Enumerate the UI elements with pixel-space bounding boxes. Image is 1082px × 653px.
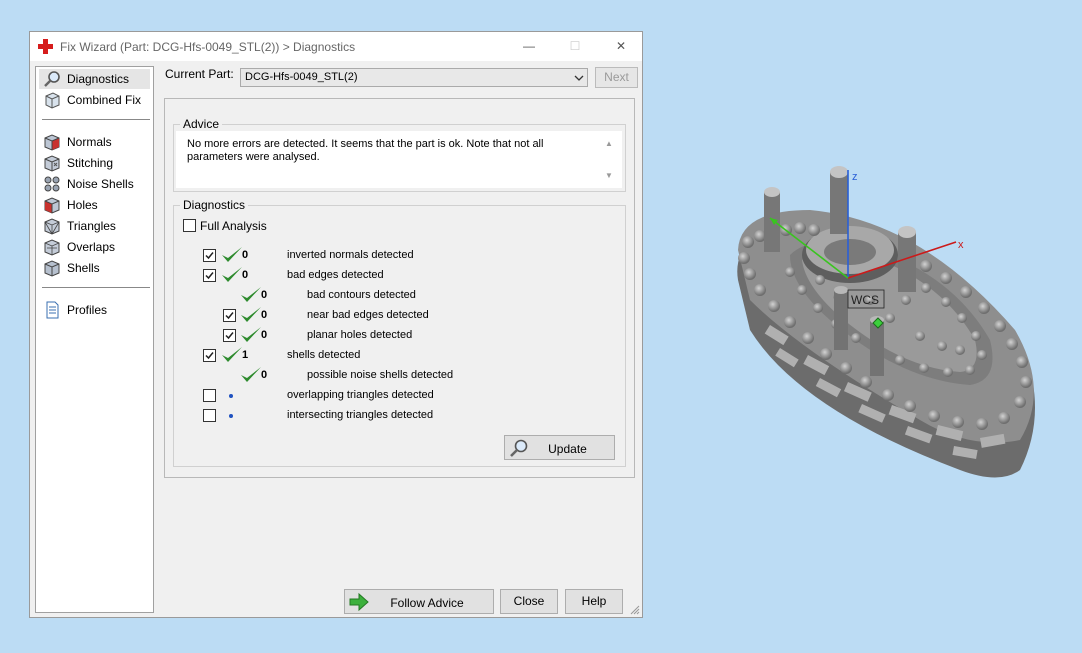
sidebar-item-label: Holes (67, 198, 98, 212)
close-button[interactable]: Close (500, 589, 558, 614)
inverted-normals-label: inverted normals detected (287, 249, 414, 261)
sidebar-item-profiles[interactable]: Profiles (39, 300, 150, 320)
update-button[interactable]: Update (504, 435, 615, 460)
window-title: Fix Wizard (Part: DCG-Hfs-0049_STL(2)) >… (60, 40, 356, 54)
advice-textbox[interactable]: No more errors are detected. It seems th… (176, 131, 622, 188)
green-check-icon (222, 347, 242, 362)
advice-title: Advice (180, 117, 223, 131)
bad-edges-checkbox[interactable] (203, 269, 216, 282)
green-check-icon (241, 287, 261, 302)
normals-cube-icon (44, 134, 60, 151)
pending-status-dot-icon (229, 394, 233, 398)
intersecting-triangles-label: intersecting triangles detected (287, 409, 434, 421)
fix-wizard-window: Fix Wizard (Part: DCG-Hfs-0049_STL(2)) >… (29, 31, 643, 618)
full-analysis-label: Full Analysis (200, 219, 267, 233)
inverted-normals-checkbox[interactable] (203, 249, 216, 262)
sidebar-item-label: Profiles (67, 303, 108, 317)
bad-contours-label: bad contours detected (307, 289, 416, 301)
bad-edges-count: 0 (242, 269, 249, 281)
advice-text: No more errors are detected. It seems th… (187, 138, 544, 163)
sidebar-item-triangles[interactable]: Triangles (39, 216, 150, 236)
sidebar-item-label: Triangles (67, 219, 116, 233)
close-window-button[interactable]: ✕ (598, 32, 644, 61)
planar-holes-checkbox[interactable] (223, 329, 236, 342)
update-button-label: Update (548, 442, 587, 456)
help-button[interactable]: Help (565, 589, 623, 614)
sidebar-item-holes[interactable]: Holes (39, 195, 150, 215)
green-check-icon (222, 247, 242, 262)
sidebar-item-label: Stitching (67, 156, 114, 170)
sidebar-item-label: Combined Fix (67, 93, 142, 107)
resize-grip-icon[interactable] (630, 605, 640, 615)
overlaps-cube-icon (44, 239, 60, 256)
minimize-button[interactable]: — (506, 32, 552, 61)
current-part-select[interactable]: DCG-Hfs-0049_STL(2) (240, 68, 588, 87)
next-button[interactable]: Next (595, 67, 638, 88)
profiles-document-icon (46, 301, 59, 319)
planar-holes-count: 0 (261, 329, 268, 341)
wizard-sidebar: Diagnostics Combined Fix Normals Stitchi… (35, 66, 154, 613)
sidebar-item-label: Noise Shells (67, 177, 134, 191)
magnifier-icon (44, 71, 60, 87)
overlapping-triangles-checkbox[interactable] (203, 389, 216, 402)
chevron-down-icon (574, 75, 584, 81)
title-bar[interactable]: Fix Wizard (Part: DCG-Hfs-0049_STL(2)) >… (30, 32, 642, 61)
combined-fix-icon (45, 92, 60, 109)
x-axis-label: x (958, 239, 964, 251)
planar-holes-label: planar holes detected (307, 329, 413, 341)
sidebar-item-noise-shells[interactable]: Noise Shells (39, 174, 150, 194)
follow-advice-button[interactable]: Follow Advice (344, 589, 494, 614)
sidebar-item-stitching[interactable]: Stitching (39, 153, 150, 173)
sidebar-item-diagnostics[interactable]: Diagnostics (39, 69, 150, 89)
sidebar-item-combined-fix[interactable]: Combined Fix (39, 90, 150, 110)
intersecting-triangles-checkbox[interactable] (203, 409, 216, 422)
shells-checkbox[interactable] (203, 349, 216, 362)
overlapping-triangles-label: overlapping triangles detected (287, 389, 434, 401)
bad-edges-label: bad edges detected (287, 269, 384, 281)
green-check-icon (241, 327, 261, 342)
noise-shells-label: possible noise shells detected (307, 369, 454, 381)
part-model[interactable] (737, 166, 1035, 478)
sidebar-item-label: Overlaps (67, 240, 116, 254)
sidebar-divider (42, 287, 150, 288)
noise-shells-cube-icon (44, 176, 60, 192)
green-check-icon (241, 307, 261, 322)
scroll-down-arrow-icon[interactable]: ▼ (605, 171, 615, 180)
sidebar-item-overlaps[interactable]: Overlaps (39, 237, 150, 257)
pending-status-dot-icon (229, 414, 233, 418)
current-part-value: DCG-Hfs-0049_STL(2) (245, 71, 358, 83)
advice-group: Advice No more errors are detected. It s… (173, 117, 626, 192)
green-check-icon (222, 267, 242, 282)
shells-cube-icon (44, 260, 60, 277)
inverted-normals-count: 0 (242, 249, 249, 261)
near-bad-edges-checkbox[interactable] (223, 309, 236, 322)
follow-advice-label: Follow Advice (390, 596, 464, 610)
maximize-button[interactable]: ☐ (552, 32, 598, 61)
sidebar-item-label: Shells (67, 261, 100, 275)
bad-contours-count: 0 (261, 289, 268, 301)
full-analysis-checkbox[interactable] (183, 219, 196, 232)
current-part-label: Current Part: (165, 67, 234, 81)
3d-model-viewport[interactable]: z x WCS (720, 150, 1050, 490)
near-bad-edges-label: near bad edges detected (307, 309, 429, 321)
z-axis-label: z (852, 171, 858, 183)
scroll-up-arrow-icon[interactable]: ▲ (605, 139, 615, 148)
green-check-icon (241, 367, 261, 382)
shells-label: shells detected (287, 349, 361, 361)
triangles-cube-icon (44, 218, 60, 235)
sidebar-item-normals[interactable]: Normals (39, 132, 150, 152)
sidebar-item-shells[interactable]: Shells (39, 258, 150, 278)
sidebar-item-label: Diagnostics (67, 72, 130, 86)
sidebar-item-label: Normals (67, 135, 112, 149)
stitching-cube-icon (44, 155, 60, 172)
noise-shells-count: 0 (261, 369, 268, 381)
diagnostics-title: Diagnostics (180, 198, 249, 212)
near-bad-edges-count: 0 (261, 309, 268, 321)
sidebar-divider (42, 119, 150, 120)
wcs-label: WCS (851, 293, 879, 307)
shells-count: 1 (242, 349, 249, 361)
fix-wizard-cross-icon (38, 39, 53, 54)
holes-cube-icon (44, 197, 60, 214)
